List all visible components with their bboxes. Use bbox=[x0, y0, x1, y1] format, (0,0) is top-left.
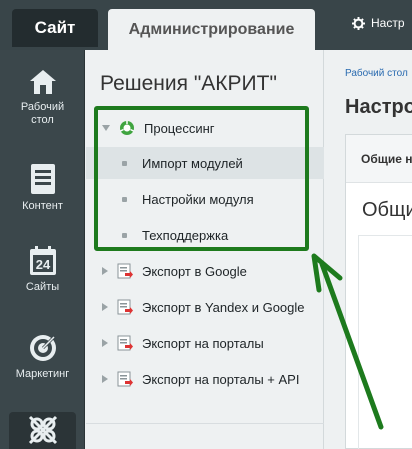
annotation-arrow bbox=[311, 253, 384, 430]
